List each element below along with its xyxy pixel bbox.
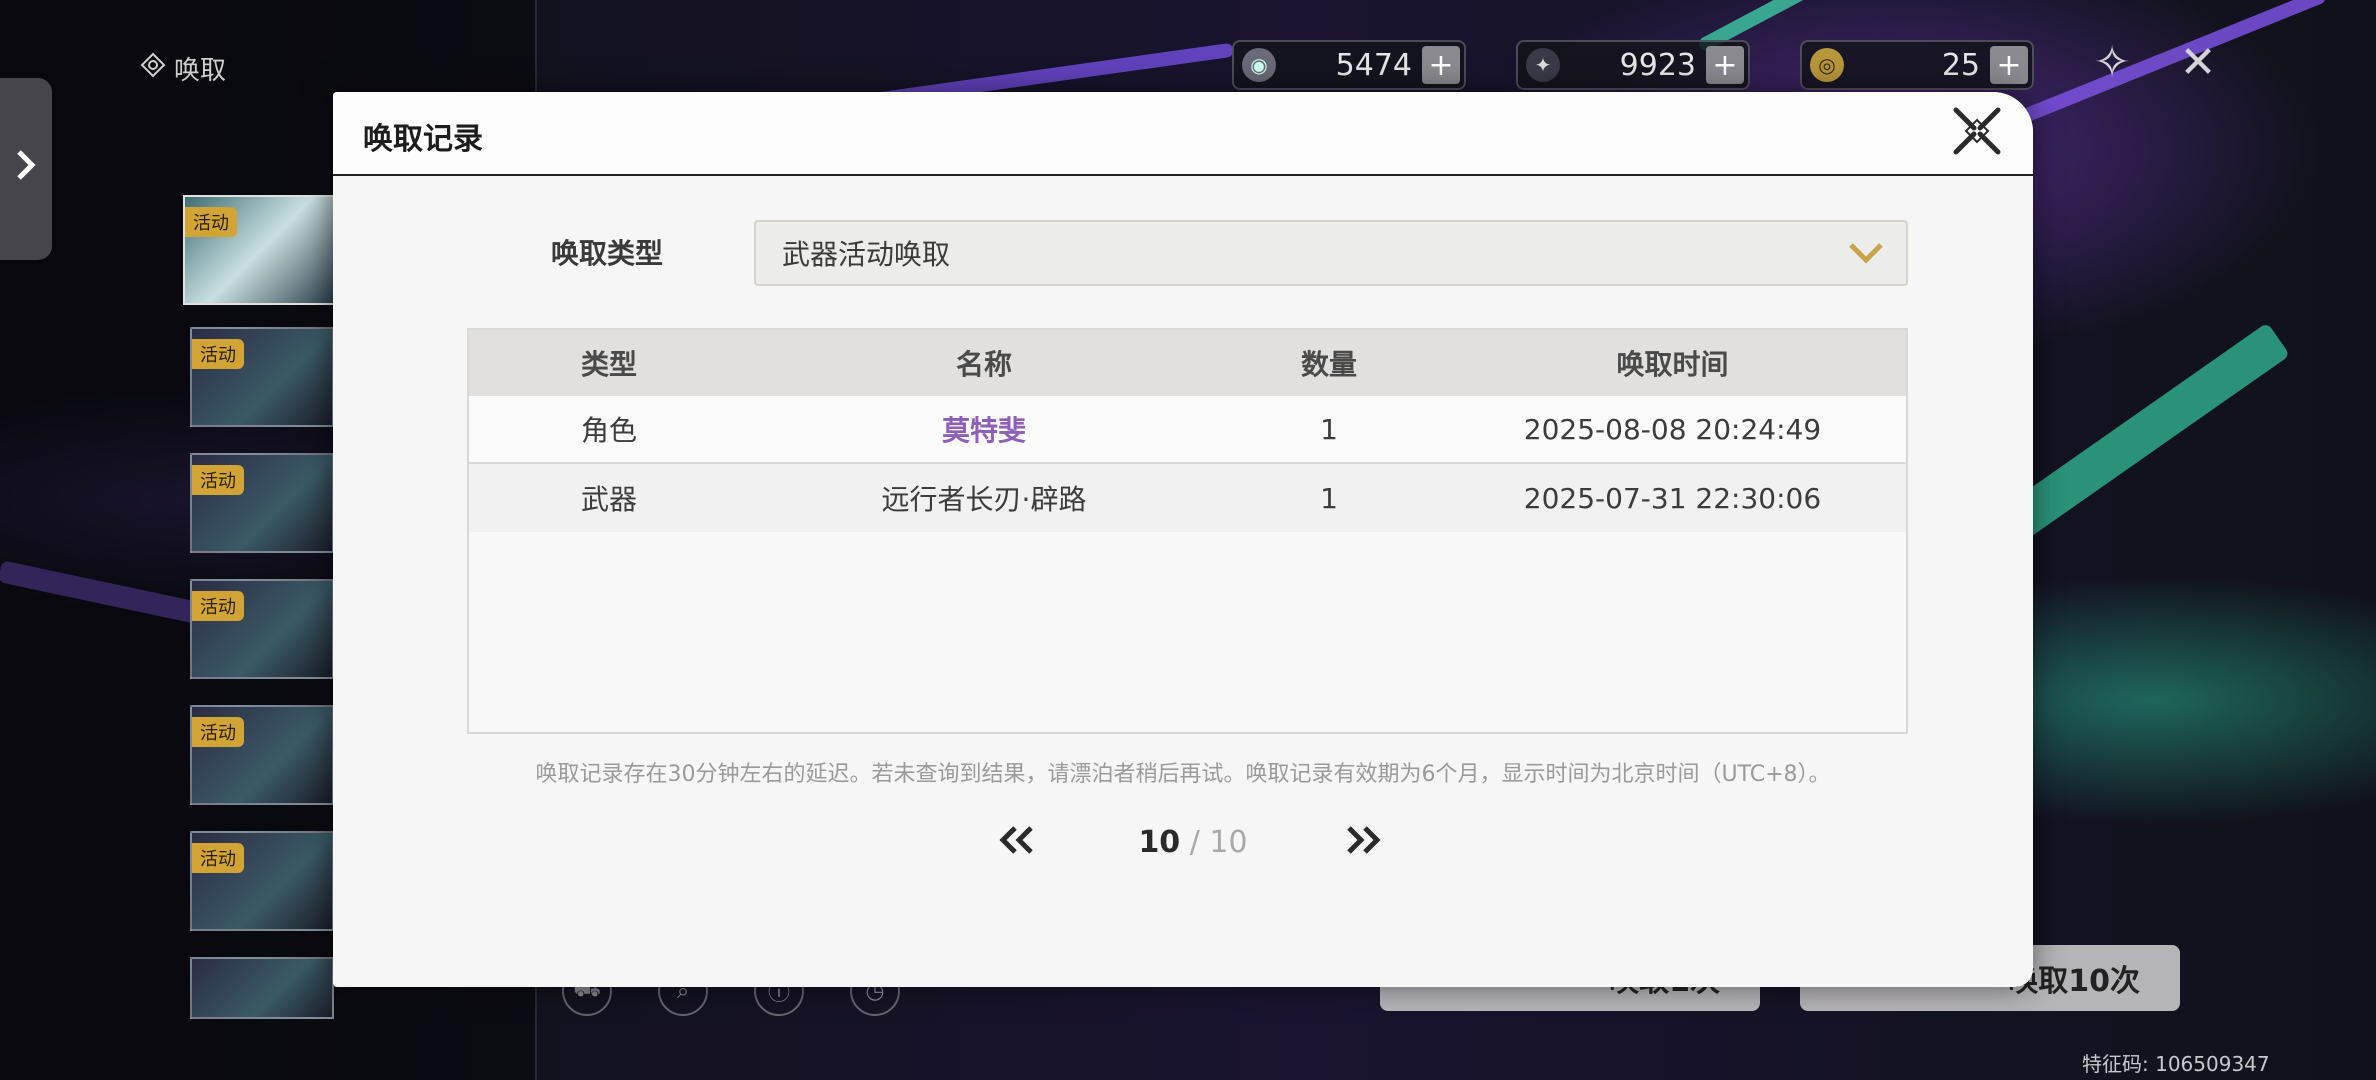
coin-icon: ◎ (1810, 48, 1844, 82)
chevron-down-icon (1826, 242, 1906, 264)
banner-item[interactable]: 活动 (190, 453, 334, 553)
convene-type-dropdown[interactable]: 武器活动唤取 (754, 220, 1908, 286)
column-header-name: 名称 (955, 348, 1012, 381)
convene-type-value: 武器活动唤取 (782, 238, 951, 271)
current-page: 10 (1138, 825, 1181, 860)
banner-item[interactable]: 活动 (183, 195, 337, 305)
banner-item[interactable]: 活动 (190, 831, 334, 931)
feature-code: 特征码: 106509347 (2082, 1052, 2270, 1076)
column-header-quantity: 数量 (1300, 348, 1357, 381)
banner-tag: 活动 (192, 717, 244, 747)
settings-icon[interactable]: ✧ (2084, 34, 2140, 90)
banner-tag: 活动 (192, 339, 244, 369)
table-row: 角色 莫特斐 1 2025-08-08 20:24:49 (469, 396, 1906, 464)
convene-history-dialog: 唤取记录 唤取类型 武器活动唤取 类型 名称 数量 唤取时间 角色 莫特斐 1 (333, 92, 2033, 987)
banner-item[interactable] (190, 957, 334, 1019)
currency-star: ✦ 9923 + (1516, 40, 1750, 90)
cell-type: 武器 (580, 483, 637, 516)
currency-value: 9923 (1619, 47, 1696, 83)
page-indicator: 10 / 10 (1093, 825, 1293, 860)
close-icon (1952, 106, 2002, 160)
banner-tag: 活动 (192, 591, 244, 621)
table-row: 武器 远行者长刃·辟路 1 2025-07-31 22:30:06 (469, 464, 1906, 532)
banner-tag: 活动 (192, 465, 244, 495)
currency-astrite: ◉ 5474 + (1232, 40, 1466, 90)
previous-page-button[interactable] (987, 817, 1047, 867)
convene-icon (140, 52, 166, 85)
double-chevron-left-icon (997, 825, 1037, 859)
add-currency-button[interactable]: + (1990, 46, 2028, 84)
dialog-header: 唤取记录 (333, 92, 2033, 176)
banner-tag: 活动 (192, 843, 244, 873)
add-currency-button[interactable]: + (1422, 46, 1460, 84)
star-crystal-icon: ✦ (1526, 48, 1560, 82)
panel-title-text: 唤取 (174, 56, 227, 86)
cell-quantity: 1 (1320, 481, 1338, 515)
currency-coin: ◎ 25 + (1800, 40, 2034, 90)
cell-type: 角色 (580, 414, 637, 447)
table-header: 类型 名称 数量 唤取时间 (469, 330, 1906, 396)
column-header-time: 唤取时间 (1616, 348, 1729, 381)
cell-time: 2025-08-08 20:24:49 (1523, 412, 1822, 446)
chevron-right-icon (14, 148, 38, 191)
close-dialog-button[interactable] (1950, 106, 2004, 160)
currency-value: 5474 (1335, 47, 1412, 83)
record-delay-notice: 唤取记录存在30分钟左右的延迟。若未查询到结果，请漂泊者稍后再试。唤取记录有效期… (535, 762, 1831, 787)
banner-item[interactable]: 活动 (190, 327, 334, 427)
next-page-button[interactable] (1333, 817, 1393, 867)
banner-tag: 活动 (185, 207, 237, 237)
cell-quantity: 1 (1320, 412, 1338, 446)
cell-name: 远行者长刃·辟路 (881, 483, 1087, 516)
cell-name: 莫特斐 (941, 414, 1026, 447)
dialog-title: 唤取记录 (363, 122, 483, 157)
banner-item[interactable]: 活动 (190, 705, 334, 805)
add-currency-button[interactable]: + (1706, 46, 1744, 84)
convene-record-table: 类型 名称 数量 唤取时间 角色 莫特斐 1 2025-08-08 20:24:… (467, 328, 1908, 734)
currency-value: 25 (1941, 47, 1980, 83)
panel-title: 唤取 (140, 50, 226, 87)
column-header-type: 类型 (580, 348, 637, 381)
astrite-icon: ◉ (1242, 48, 1276, 82)
banner-item[interactable]: 活动 (190, 579, 334, 679)
total-pages: 10 (1209, 825, 1248, 860)
convene-type-label: 唤取类型 (551, 237, 664, 270)
page-separator: / (1180, 825, 1210, 860)
double-chevron-right-icon (1343, 825, 1383, 859)
pagination: 10 / 10 (333, 817, 2033, 867)
expand-sidebar-button[interactable] (0, 78, 52, 260)
cell-time: 2025-07-31 22:30:06 (1523, 481, 1822, 515)
close-icon[interactable]: ✕ (2170, 34, 2226, 90)
